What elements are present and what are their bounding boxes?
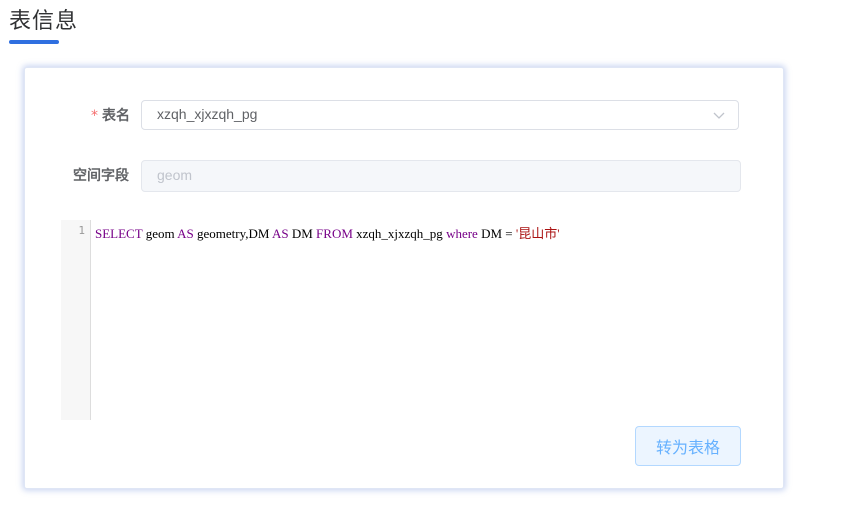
sql-keyword-as: AS [177,226,194,241]
convert-to-table-button[interactable]: 转为表格 [635,426,741,466]
code-line[interactable]: SELECT geom AS geometry,DM AS DM FROM xz… [95,223,560,242]
chevron-down-icon[interactable] [712,108,726,122]
sql-text: DM = [477,226,516,241]
table-info-card: * 表名 xzqh_xjxzqh_pg 空间字段 geom 1 SELECT ge… [24,67,784,489]
sql-string-literal: '昆山市' [515,226,560,241]
sql-text: DM [288,226,317,241]
sql-editor[interactable]: 1 SELECT geom AS geometry,DM AS DM FROM … [61,220,741,420]
sql-text: geometry,DM [193,226,272,241]
sql-keyword-as: AS [271,226,289,241]
sql-keyword-select: SELECT [95,226,143,241]
table-name-label-text: 表名 [102,108,130,124]
sql-keyword-where: where [446,226,478,241]
spatial-field-placeholder: geom [157,167,193,183]
sql-keyword-from: FROM [316,226,353,241]
sql-text: geom [142,226,178,241]
table-name-label: * 表名 [91,106,130,126]
required-mark: * [91,108,98,124]
editor-gutter: 1 [61,220,91,420]
sql-text: xzqh_xjxzqh_pg [352,226,447,241]
line-number: 1 [78,224,85,237]
table-name-select[interactable]: xzqh_xjxzqh_pg [141,100,739,130]
page-title: 表信息 [9,9,79,34]
spatial-field-input: geom [141,160,741,192]
spatial-field-label: 空间字段 [73,168,129,184]
table-name-select-value: xzqh_xjxzqh_pg [157,106,258,122]
title-underline [9,40,59,44]
